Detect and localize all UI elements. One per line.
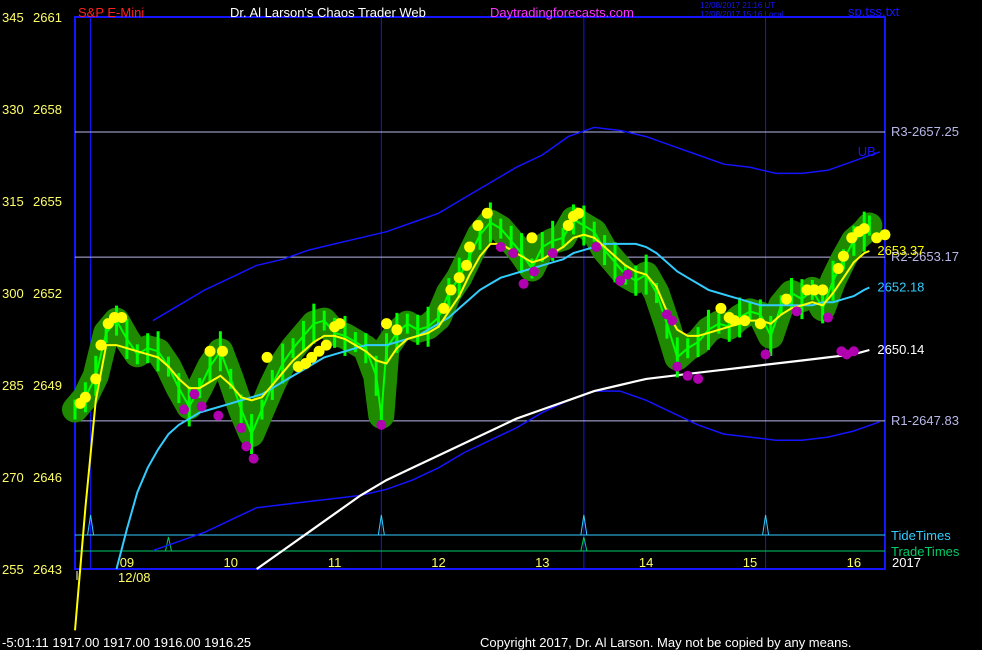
high-dot-26 [526, 232, 538, 244]
high-dot-14 [320, 339, 332, 351]
low-dot-12 [547, 248, 558, 259]
low-dot-17 [667, 315, 678, 326]
timing-legend-0: TideTimes [891, 528, 951, 543]
high-dot-9 [261, 351, 273, 363]
low-dot-15 [622, 269, 633, 280]
y-tick-right-0: 2661 [33, 10, 62, 25]
high-dot-45 [879, 229, 891, 241]
low-dot-19 [682, 370, 693, 381]
low-dot-3 [213, 410, 224, 421]
high-dot-20 [445, 284, 457, 296]
high-dot-16 [334, 318, 346, 330]
high-dot-33 [739, 315, 751, 327]
high-dot-43 [858, 223, 870, 235]
low-dot-1 [189, 389, 200, 400]
low-dot-18 [672, 361, 683, 372]
low-dot-0 [179, 404, 190, 415]
upper-band-label: UB [858, 144, 876, 159]
value-label-1: 2652.18 [877, 279, 924, 294]
low-dot-6 [248, 453, 259, 464]
x-tick-5: 14 [639, 555, 653, 570]
high-dot-18 [391, 324, 403, 336]
chaos-trader-chart: 345 2661 330 2658 315 2655 300 2652 285 2649 270 26… [0, 0, 982, 650]
low-dot-8 [495, 242, 506, 252]
low-dot-22 [791, 306, 802, 317]
date-label: 12/08 [118, 570, 151, 585]
high-dot-23 [464, 241, 476, 253]
low-dot-21 [760, 349, 771, 360]
y-tick-right-1: 2658 [33, 102, 62, 117]
high-dot-39 [832, 262, 844, 274]
y-tick-right-3: 2652 [33, 286, 62, 301]
y-tick-left-4: 285 [2, 378, 24, 393]
symbol-title: S&P E-Mini [78, 5, 144, 20]
high-dot-8 [216, 345, 228, 357]
low-dot-11 [529, 266, 539, 277]
x-tick-0: 09 [120, 555, 134, 570]
data-file-name: sp.tss.txt [848, 4, 900, 19]
y-tick-left-5: 270 [2, 470, 24, 485]
high-dot-21 [453, 272, 465, 284]
high-dot-32 [728, 315, 740, 327]
y-tick-right-2: 2655 [33, 194, 62, 209]
level-label-0: R3-2657.25 [891, 124, 959, 139]
timestamp-local: 12/08/2017 15:16 Local [700, 10, 784, 19]
x-tick-6: 15 [743, 555, 757, 570]
high-dot-17 [381, 318, 393, 330]
timestamp-ut: 12/08/2017 21:16 UT [700, 1, 775, 10]
level-label-2: R1-2647.83 [891, 413, 959, 428]
high-dot-29 [573, 207, 585, 219]
value-label-2: 2650.14 [877, 342, 924, 357]
y-tick-right-4: 2649 [33, 378, 62, 393]
low-dot-23 [822, 312, 833, 323]
x-tick-3: 12 [431, 555, 445, 570]
y-tick-left-6: 255 [2, 562, 24, 577]
high-dot-25 [481, 207, 493, 219]
cursor-readout: -5:01:11 1917.00 1917.00 1916.00 1916.25 [2, 635, 251, 650]
high-dot-7 [204, 345, 216, 357]
low-dot-20 [693, 373, 704, 384]
low-dot-9 [508, 248, 519, 259]
low-dot-4 [236, 422, 247, 433]
value-label-0: 2653.37 [877, 243, 924, 258]
high-dot-6 [116, 312, 128, 324]
app-title: Dr. Al Larson's Chaos Trader Web [230, 5, 426, 20]
high-dot-40 [837, 250, 849, 262]
high-dot-1 [79, 391, 91, 403]
y-tick-left-1: 330 [2, 102, 24, 117]
x-tick-2: 11 [328, 555, 342, 570]
x-tick-4: 13 [535, 555, 549, 570]
y-tick-left-3: 300 [2, 286, 24, 301]
high-dot-3 [95, 339, 107, 351]
high-dot-24 [472, 220, 484, 232]
x-tick-7: 16 [847, 555, 861, 570]
low-dot-10 [518, 278, 529, 289]
y-tick-right-5: 2646 [33, 470, 62, 485]
high-dot-35 [780, 293, 792, 305]
low-dot-26 [848, 346, 859, 357]
high-dot-30 [715, 302, 727, 314]
high-dot-19 [438, 302, 450, 314]
y-tick-left-2: 315 [2, 194, 24, 209]
high-dot-22 [461, 259, 472, 271]
low-dot-2 [196, 401, 207, 412]
site-link-text[interactable]: Daytradingforecasts.com [490, 5, 634, 20]
chart-background [0, 0, 982, 650]
site-link[interactable]: Daytradingforecasts.com [490, 5, 634, 20]
high-dot-27 [562, 220, 574, 232]
high-dot-34 [754, 318, 766, 330]
high-dot-38 [817, 284, 829, 296]
high-dot-2 [90, 373, 102, 385]
copyright-notice: Copyright 2017, Dr. Al Larson. May not b… [480, 635, 851, 650]
y-tick-right-6: 2643 [33, 562, 62, 577]
x-tick-1: 10 [224, 555, 238, 570]
year-label: 2017 [892, 555, 921, 570]
y-tick-left-0: 345 [2, 10, 24, 25]
low-dot-5 [241, 441, 252, 452]
low-dot-7 [376, 419, 387, 430]
low-dot-13 [591, 242, 602, 252]
